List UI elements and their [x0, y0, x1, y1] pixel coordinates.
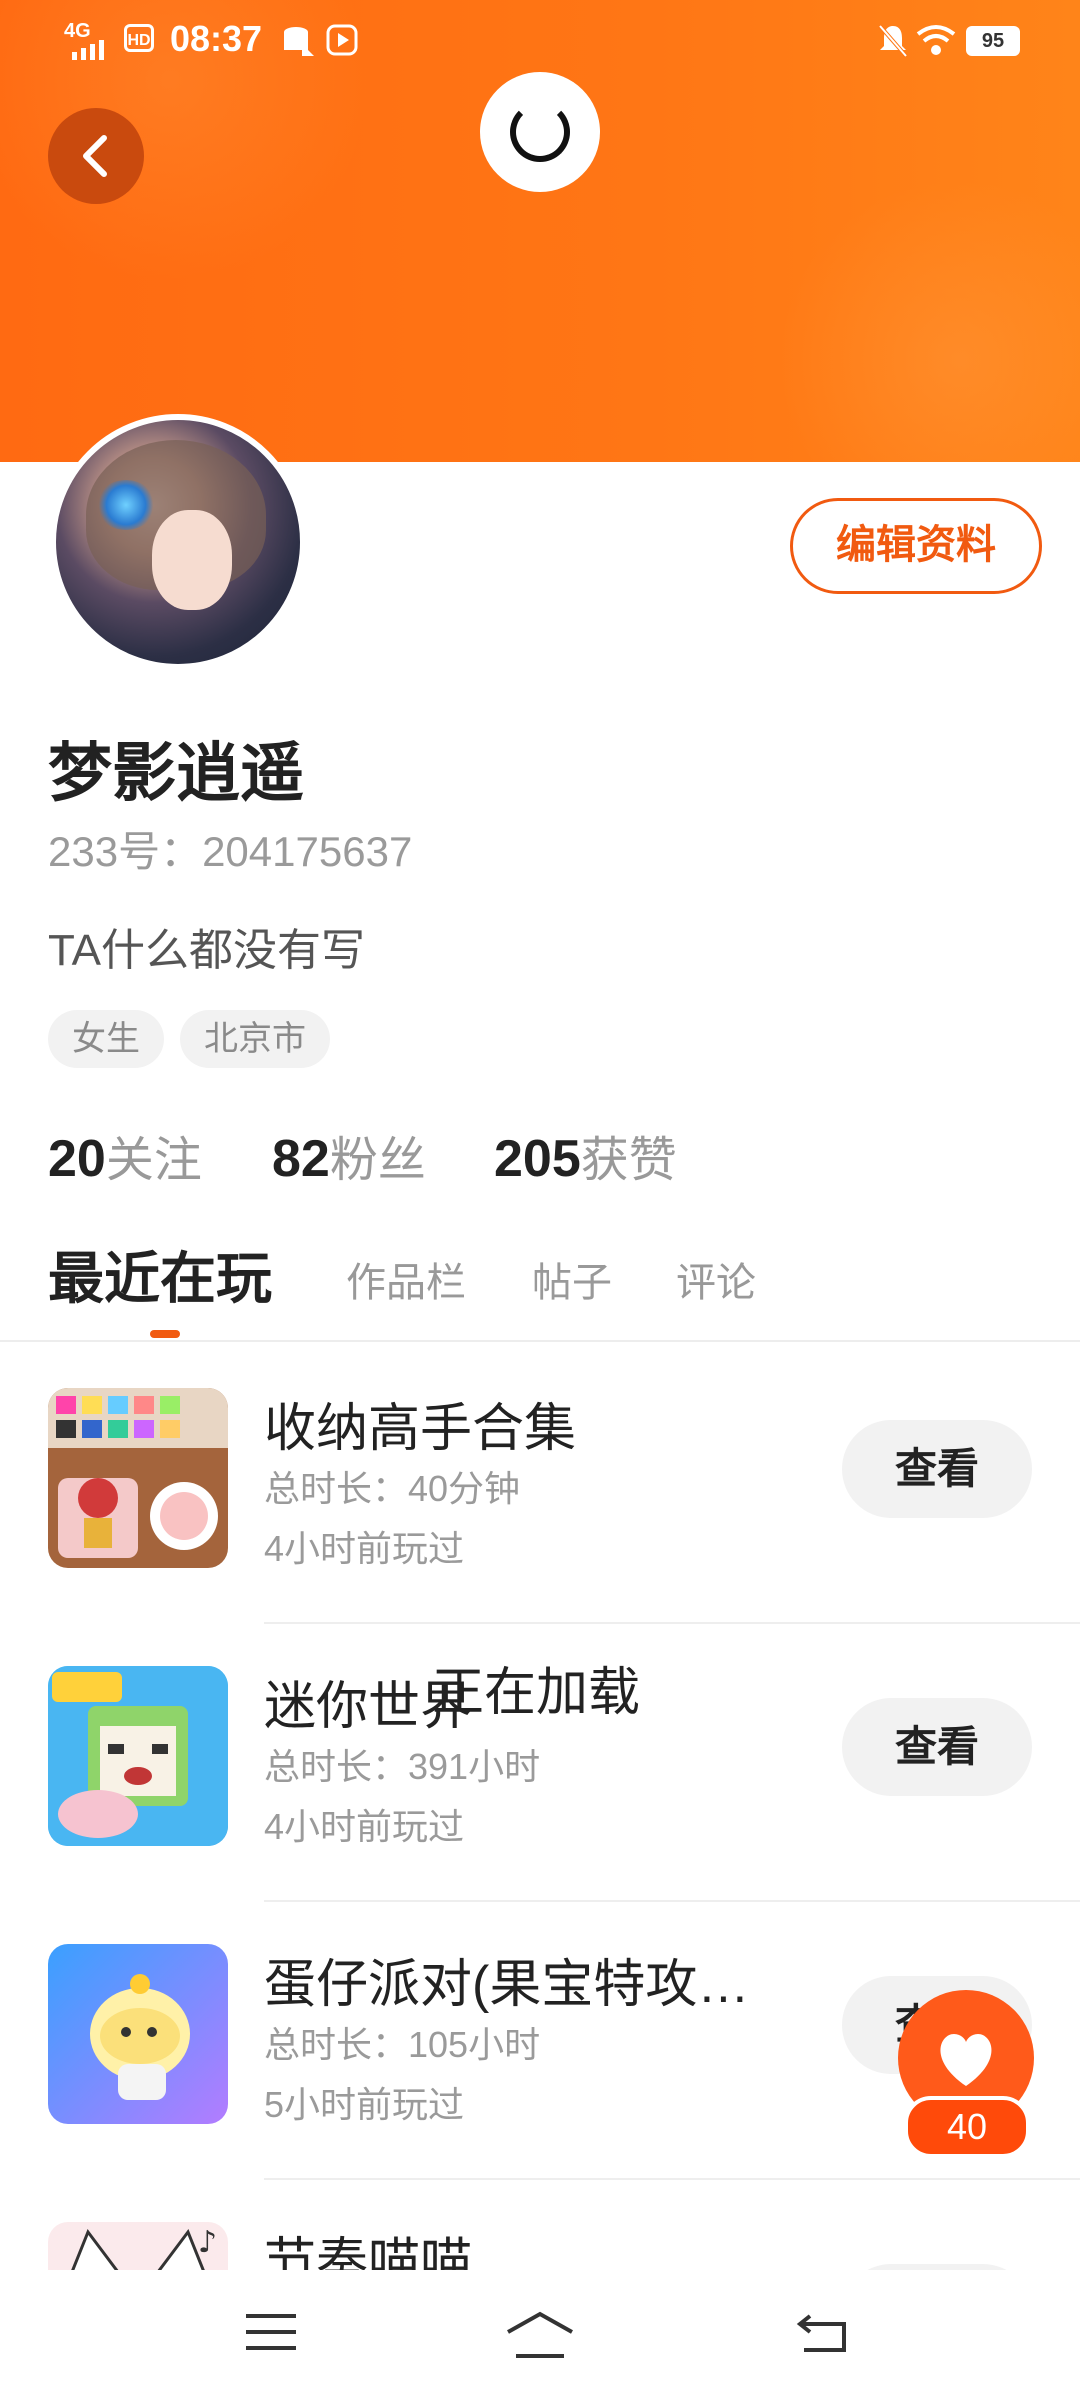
home-icon[interactable]: [504, 2310, 576, 2360]
game-name: 收纳高手合集: [264, 1400, 577, 1458]
stat-followers-label: 粉丝: [329, 1134, 426, 1187]
game-name: 蛋仔派对(果宝特攻…: [264, 1956, 750, 2014]
username: 梦影逍遥: [48, 737, 304, 809]
game-thumbnail: ♪: [48, 2222, 228, 2270]
mute-bell-icon: [878, 24, 908, 58]
stat-likes-count: 205: [494, 1130, 581, 1188]
tab-divider: [0, 1340, 1080, 1342]
game-thumbnail-art: [90, 1974, 190, 2100]
view-button[interactable]: 查看: [842, 1420, 1032, 1518]
system-navigation-bar: [0, 2270, 1080, 2400]
avatar[interactable]: [50, 414, 306, 670]
game-name: 节奏喵喵: [264, 2234, 473, 2270]
game-last-played: 4小时前玩过: [264, 1528, 465, 1569]
tab-posts[interactable]: 帖子: [532, 1250, 612, 1308]
stat-followers[interactable]: 82粉丝: [272, 1120, 426, 1190]
game-last-played: 5小时前玩过: [264, 2084, 465, 2125]
stat-following-count: 20: [48, 1130, 106, 1188]
like-count: 40: [904, 2096, 1030, 2158]
game-duration: 总时长：40分钟: [264, 1468, 521, 1509]
game-thumbnail: [48, 1388, 228, 1568]
user-bio: TA什么都没有写: [48, 926, 365, 975]
menu-icon[interactable]: [244, 2310, 298, 2354]
svg-text:♪: ♪: [198, 2225, 217, 2260]
game-thumbnail-art: [48, 1666, 228, 1846]
tab-comments[interactable]: 评论: [676, 1250, 756, 1308]
tag-location: 北京市: [180, 1010, 330, 1068]
edit-profile-button[interactable]: 编辑资料: [790, 498, 1042, 594]
game-duration: 总时长：391小时: [264, 1746, 541, 1787]
loading-spinner: [480, 72, 600, 192]
tab-recently-played[interactable]: 最近在玩: [48, 1234, 272, 1315]
storage-icon: [284, 27, 314, 56]
game-thumbnail-art: ♪: [71, 2225, 217, 2270]
stat-following[interactable]: 20关注: [48, 1120, 202, 1190]
stat-following-label: 关注: [105, 1134, 202, 1187]
stat-followers-count: 82: [272, 1130, 330, 1188]
list-item[interactable]: 收纳高手合集 总时长：40分钟 4小时前玩过 查看: [0, 1346, 1080, 1624]
signal-bars-icon: [72, 40, 104, 60]
game-thumbnail: [48, 1666, 228, 1846]
game-thumbnail-art: [48, 1388, 228, 1558]
tab-active-indicator: [150, 1330, 180, 1338]
hd-icon: HD: [124, 24, 154, 52]
tag-gender: 女生: [48, 1010, 164, 1068]
avatar-butterfly: [96, 480, 156, 530]
game-duration: 总时长：105小时: [264, 2024, 541, 2065]
stat-likes-label: 获赞: [580, 1134, 677, 1187]
stat-likes[interactable]: 205获赞: [494, 1120, 677, 1190]
status-time: 08:37: [170, 18, 263, 59]
back-button[interactable]: [48, 108, 144, 204]
media-icon: [326, 24, 358, 56]
tab-works[interactable]: 作品栏: [346, 1250, 466, 1308]
wifi-icon: [916, 25, 956, 55]
list-item[interactable]: ♪ 节奏喵喵 查看: [0, 2180, 1080, 2270]
battery-indicator: 95: [966, 26, 1020, 56]
loading-text: 正在加载: [432, 1664, 641, 1722]
chevron-left-icon: [83, 135, 107, 177]
back-nav-icon[interactable]: [796, 2310, 850, 2354]
avatar-face: [152, 510, 232, 610]
view-button[interactable]: 查看: [842, 1698, 1032, 1796]
user-id: 233号：204175637: [48, 828, 413, 875]
game-thumbnail: [48, 1944, 228, 2124]
spinner-icon: [510, 102, 570, 162]
profile-tabs: 最近在玩 作品栏 帖子 评论: [0, 1240, 1080, 1340]
game-last-played: 4小时前玩过: [264, 1806, 465, 1847]
